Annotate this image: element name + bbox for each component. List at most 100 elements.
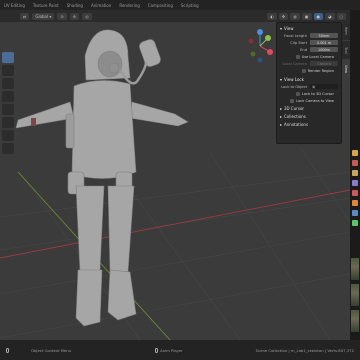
collections-title: Collections	[284, 114, 306, 119]
properties-strip	[350, 10, 360, 340]
x-axis-line	[0, 189, 350, 259]
select-tool-icon[interactable]	[2, 52, 14, 63]
mouse-icon	[155, 347, 159, 353]
annotations-title: Annotations	[284, 122, 309, 127]
proportional-icon[interactable]: ◎	[82, 12, 92, 20]
gizmo-toggle-icon[interactable]: ✥	[278, 12, 289, 20]
anim-player-hint: Anim Player	[155, 347, 183, 353]
chevron-down-icon: ▾	[280, 77, 283, 82]
lock-to-3d-cursor-label: Lock to 3D Cursor	[301, 91, 334, 96]
context-menu-hint: Object Context Menu	[31, 347, 72, 353]
object-icon: ▣	[312, 84, 316, 89]
render-properties-icon[interactable]	[352, 160, 358, 166]
clip-start-label: Clip Start	[290, 40, 307, 45]
output-properties-icon[interactable]	[352, 170, 358, 176]
gizmo-neg-x-icon[interactable]	[248, 38, 254, 44]
world-properties-icon[interactable]	[352, 190, 358, 196]
rendered-shading-icon[interactable]: ○	[336, 12, 346, 20]
lock-camera-to-view-row: Lock Camera to View	[280, 97, 338, 104]
measure-tool-icon[interactable]	[2, 143, 14, 154]
rotate-tool-icon[interactable]	[2, 91, 14, 102]
transform-tool-icon[interactable]	[2, 117, 14, 128]
xray-icon[interactable]: ▣	[301, 12, 312, 20]
focal-length-field[interactable]: 50mm	[310, 33, 338, 38]
lock-camera-to-view-label: Lock Camera to View	[296, 98, 334, 103]
lock-to-3d-cursor-checkbox[interactable]	[295, 91, 300, 96]
workspace-tab[interactable]: Scripting	[177, 3, 203, 8]
workspace-tab[interactable]: Texture Paint	[29, 3, 63, 8]
collections-panel-header[interactable]: ▸ Collections	[280, 113, 338, 120]
mouse-icon	[6, 347, 9, 353]
lock-to-3d-cursor-row: Lock to 3D Cursor	[280, 90, 338, 97]
tab-view[interactable]: View	[342, 60, 350, 78]
reference-image-thumbnail	[351, 284, 359, 306]
gizmo-neg-y-icon[interactable]	[250, 51, 256, 57]
focal-length-row: Focal Length 50mm	[280, 32, 338, 39]
pivot-icon[interactable]: ⊙	[57, 12, 67, 20]
3d-cursor-panel-header[interactable]: ▸ 3D Cursor	[280, 105, 338, 112]
workspace-tab[interactable]: Animation	[87, 3, 115, 8]
gizmo-y-icon[interactable]	[265, 35, 271, 41]
sidebar-tabs: Item Tool View	[342, 22, 350, 82]
use-local-camera-checkbox[interactable]	[295, 54, 300, 59]
view-panel-header[interactable]: ▾ View	[280, 25, 338, 32]
clip-end-row: End 1000m	[280, 46, 338, 53]
floor-grid	[0, 146, 350, 340]
scene-info: Scene Collection | m_Lab1_skeleton | Ver…	[255, 347, 354, 353]
move-tool-icon[interactable]	[2, 78, 14, 89]
modifier-properties-icon[interactable]	[352, 210, 358, 216]
workspace-tab-bar: UV Editing Texture Paint Shading Animati…	[0, 0, 360, 10]
character-model[interactable]	[15, 29, 189, 327]
workspace-tab[interactable]: Compositing	[144, 3, 177, 8]
solid-shading-icon[interactable]: ●	[313, 12, 323, 20]
render-region-checkbox[interactable]	[301, 68, 306, 73]
workspace-tab[interactable]: Shading	[63, 3, 87, 8]
material-shading-icon[interactable]: ◕	[325, 12, 335, 20]
scene-properties-icon[interactable]	[352, 180, 358, 186]
annotations-panel-header[interactable]: ▸ Annotations	[280, 121, 338, 128]
transform-icon[interactable]: ⇄	[20, 12, 30, 20]
lock-camera-to-view-checkbox[interactable]	[290, 98, 295, 103]
chevron-down-icon: ▾	[280, 26, 283, 31]
reference-image-thumbnail	[351, 258, 359, 280]
render-region-label: Render Region	[307, 68, 334, 73]
gizmo-x-icon[interactable]	[267, 49, 273, 55]
tool-properties-icon[interactable]	[352, 150, 358, 156]
use-local-camera-row: Use Local Camera	[280, 53, 338, 60]
status-bar: Object Context Menu Anim Player Scene Co…	[0, 340, 360, 360]
navigation-gizmo[interactable]	[240, 26, 280, 66]
annotate-tool-icon[interactable]	[2, 130, 14, 141]
scale-tool-icon[interactable]	[2, 104, 14, 115]
view-panel-title: View	[284, 26, 294, 31]
tab-item[interactable]: Item	[342, 22, 350, 40]
clip-end-field[interactable]: 1000m	[310, 47, 338, 52]
chevron-right-icon: ▸	[280, 122, 283, 127]
n-panel: ▾ View Focal Length 50mm Clip Start 0.001…	[276, 22, 342, 144]
focal-length-label: Focal Length	[284, 33, 307, 38]
data-properties-icon[interactable]	[352, 220, 358, 226]
use-local-camera-label: Use Local Camera	[301, 54, 334, 59]
workspace-tab[interactable]: Rendering	[115, 3, 143, 8]
render-region-row: Render Region	[280, 67, 338, 74]
snap-icon[interactable]: ⋔	[69, 12, 80, 20]
visibility-icon[interactable]: ◐	[267, 12, 277, 20]
lock-to-object-row: Lock to Object ▣	[280, 83, 338, 90]
object-properties-icon[interactable]	[352, 200, 358, 206]
anim-player-label: Anim Player	[160, 347, 183, 353]
arm-patch	[31, 118, 36, 126]
gizmo-z-icon[interactable]	[257, 29, 263, 35]
clip-start-field[interactable]: 0.001 m	[310, 40, 338, 45]
viewport-header: ⇄ Global ▾ ⊙ ⋔ ◎ ◐ ✥ ◍ ▣ ● ◕ ○	[0, 10, 350, 22]
local-camera-label: Local Camera	[282, 61, 307, 66]
local-camera-field[interactable]: Camera	[310, 61, 338, 66]
view-lock-header[interactable]: ▾ View Lock	[280, 76, 338, 83]
gizmo-neg-z-icon[interactable]	[257, 57, 263, 63]
lock-to-object-field[interactable]: ▣	[310, 84, 338, 89]
lock-to-object-label: Lock to Object	[281, 84, 307, 89]
clip-start-row: Clip Start 0.001 m	[280, 39, 338, 46]
workspace-tab[interactable]: UV Editing	[0, 3, 29, 8]
cursor-tool-icon[interactable]	[2, 65, 14, 76]
overlay-icon[interactable]: ◍	[290, 12, 300, 20]
tab-tool[interactable]: Tool	[342, 41, 350, 59]
orientation-dropdown[interactable]: Global ▾	[32, 12, 55, 20]
